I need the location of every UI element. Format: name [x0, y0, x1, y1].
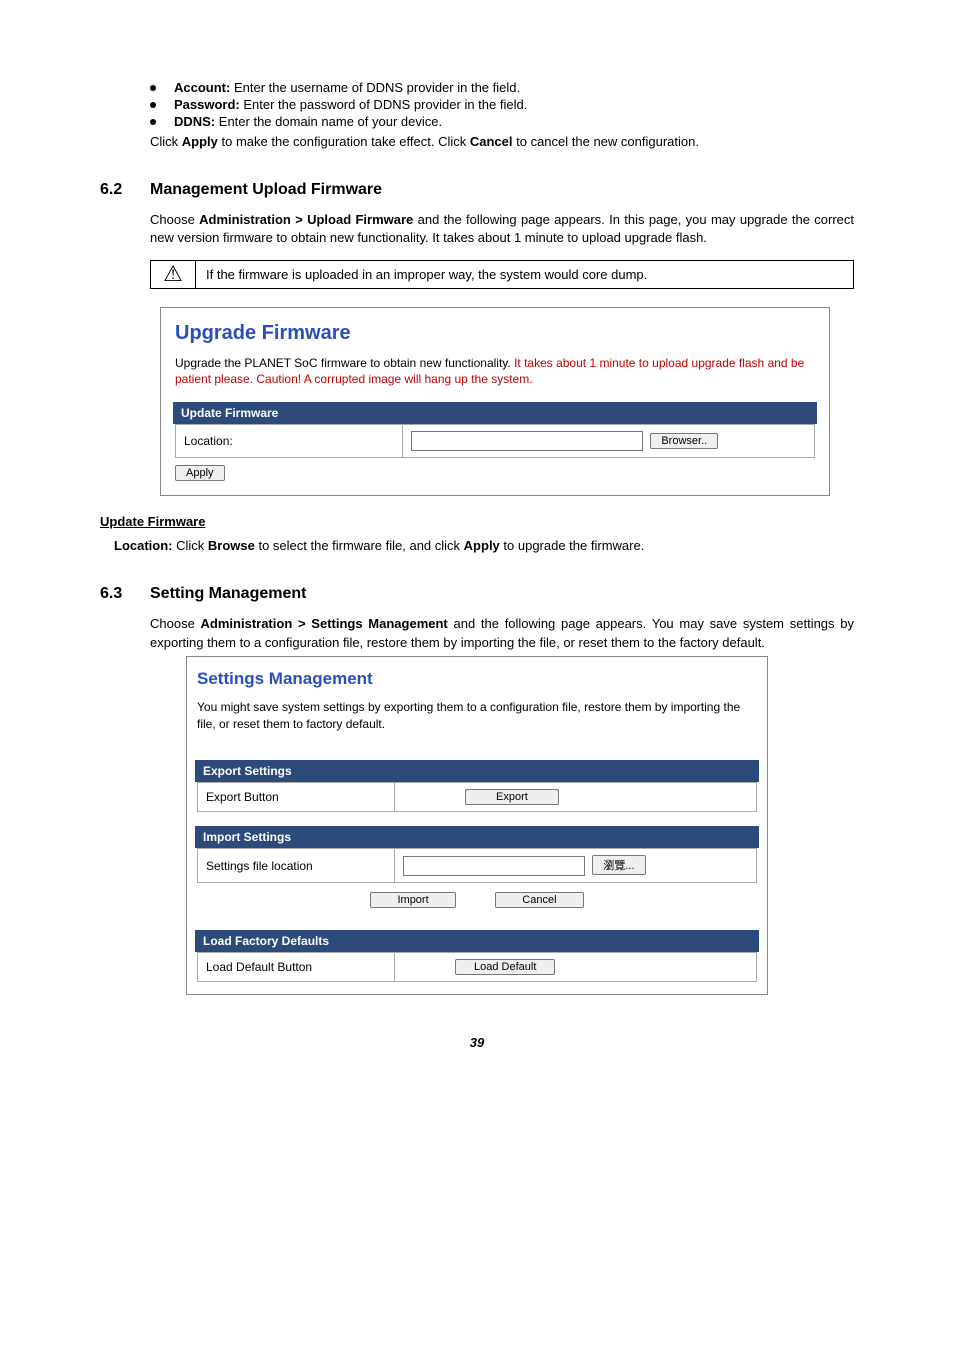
- panel-title: Upgrade Firmware: [175, 322, 815, 345]
- export-cell: Export: [395, 783, 757, 812]
- page-number: 39: [100, 1035, 854, 1050]
- text: to cancel the new configuration.: [513, 134, 699, 149]
- location-cell: Browser..: [403, 425, 815, 458]
- text-bold: Apply: [464, 538, 500, 553]
- section-6-3-para: Choose Administration > Settings Managem…: [150, 615, 854, 651]
- section-heading-6-2: 6.2Management Upload Firmware: [100, 181, 854, 199]
- panel-note: You might save system settings by export…: [197, 699, 757, 733]
- file-path-input[interactable]: [411, 431, 643, 451]
- bullet-item: Account: Enter the username of DDNS prov…: [150, 80, 854, 95]
- table-row: Location: Browser..: [176, 425, 815, 458]
- text-bold: Cancel: [470, 134, 513, 149]
- import-table: Settings file location 瀏覽...: [197, 848, 757, 883]
- load-default-cell: Load Default: [395, 953, 757, 982]
- load-default-button[interactable]: Load Default: [455, 959, 555, 975]
- table-row: Settings file location 瀏覽...: [198, 849, 757, 883]
- section-heading-6-3: 6.3Setting Management: [100, 585, 854, 603]
- bullet-label: DDNS:: [174, 114, 215, 129]
- text: to upgrade the firmware.: [500, 538, 645, 553]
- settings-management-panel: Settings Management You might save syste…: [186, 656, 768, 995]
- update-firmware-desc: Location: Click Browse to select the fir…: [114, 537, 854, 555]
- cancel-button[interactable]: Cancel: [495, 892, 583, 908]
- export-button[interactable]: Export: [465, 789, 559, 805]
- text-bold: Apply: [182, 134, 218, 149]
- apply-button[interactable]: Apply: [175, 465, 225, 481]
- import-label: Settings file location: [198, 849, 395, 883]
- text: Choose: [150, 212, 199, 227]
- warning-box: ⚠ If the firmware is uploaded in an impr…: [150, 260, 854, 289]
- update-firmware-table: Location: Browser..: [175, 424, 815, 458]
- text-bold: Browse: [208, 538, 255, 553]
- bullet-item: DDNS: Enter the domain name of your devi…: [150, 114, 854, 129]
- location-label: Location:: [176, 425, 403, 458]
- import-settings-bar: Import Settings: [195, 826, 759, 848]
- settings-file-input[interactable]: [403, 856, 585, 876]
- section-title: Setting Management: [150, 585, 306, 602]
- update-firmware-bar: Update Firmware: [173, 402, 817, 424]
- bullet-text: Enter the username of DDNS provider in t…: [230, 80, 520, 95]
- text: to make the configuration take effect. C…: [218, 134, 470, 149]
- text: Click: [173, 538, 208, 553]
- section-title: Management Upload Firmware: [150, 181, 382, 198]
- browse-button[interactable]: 瀏覽...: [592, 855, 645, 875]
- warning-icon: ⚠: [151, 261, 196, 288]
- load-default-table: Load Default Button Load Default: [197, 952, 757, 982]
- table-row: Load Default Button Load Default: [198, 953, 757, 982]
- bullet-icon: [150, 85, 156, 91]
- panel-note: Upgrade the PLANET SoC firmware to obtai…: [175, 355, 815, 389]
- panel-title: Settings Management: [197, 669, 757, 689]
- bullet-list: Account: Enter the username of DDNS prov…: [150, 80, 854, 129]
- text-bold: Location:: [114, 538, 173, 553]
- section-number: 6.3: [100, 585, 150, 603]
- browse-button[interactable]: Browser..: [650, 433, 718, 449]
- text-bold: Administration > Upload Firmware: [199, 212, 413, 227]
- section-number: 6.2: [100, 181, 150, 199]
- upgrade-firmware-panel: Upgrade Firmware Upgrade the PLANET SoC …: [160, 307, 830, 497]
- apply-line: Click Apply to make the configuration ta…: [150, 133, 854, 151]
- text-bold: Administration > Settings Management: [201, 616, 448, 631]
- export-settings-bar: Export Settings: [195, 760, 759, 782]
- bullet-label: Account:: [174, 80, 230, 95]
- bullet-item: Password: Enter the password of DDNS pro…: [150, 97, 854, 112]
- section-6-2-para: Choose Administration > Upload Firmware …: [150, 211, 854, 247]
- text: to select the firmware file, and click: [255, 538, 464, 553]
- load-default-label: Load Default Button: [198, 953, 395, 982]
- bullet-label: Password:: [174, 97, 240, 112]
- import-cell: 瀏覽...: [395, 849, 757, 883]
- import-button[interactable]: Import: [370, 892, 455, 908]
- import-buttons-row: Import Cancel: [197, 883, 757, 916]
- bullet-icon: [150, 102, 156, 108]
- update-firmware-subhead: Update Firmware: [100, 514, 854, 529]
- export-label: Export Button: [198, 783, 395, 812]
- bullet-text: Enter the domain name of your device.: [215, 114, 442, 129]
- text: Choose: [150, 616, 201, 631]
- bullet-icon: [150, 119, 156, 125]
- note-text: Upgrade the PLANET SoC firmware to obtai…: [175, 356, 514, 370]
- text: Click: [150, 134, 182, 149]
- load-factory-bar: Load Factory Defaults: [195, 930, 759, 952]
- bullet-text: Enter the password of DDNS provider in t…: [240, 97, 528, 112]
- export-table: Export Button Export: [197, 782, 757, 812]
- table-row: Export Button Export: [198, 783, 757, 812]
- warning-text: If the firmware is uploaded in an improp…: [196, 261, 853, 288]
